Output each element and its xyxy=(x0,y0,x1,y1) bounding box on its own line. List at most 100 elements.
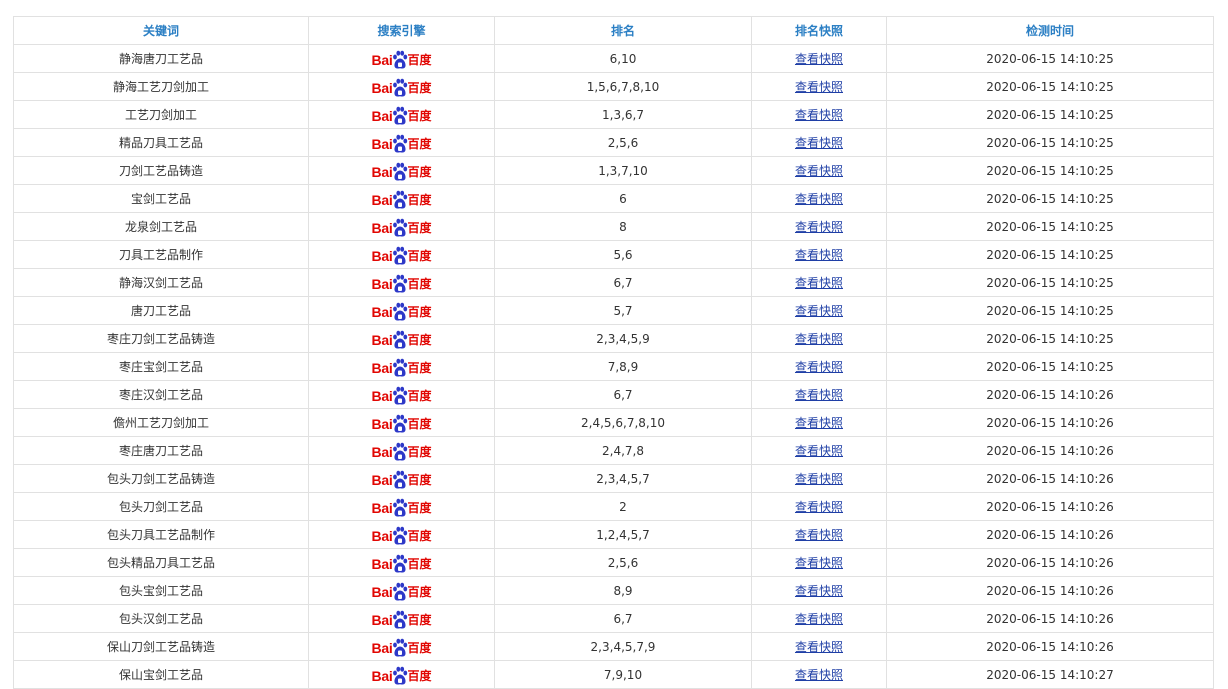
table-row: 包头刀剑工艺品 Bai 百度 2 查看快照 2020-06-15 14:10:26 xyxy=(13,492,1214,521)
snapshot-cell: 查看快照 xyxy=(751,660,887,689)
search-engine-cell: Bai 百度 xyxy=(308,436,495,465)
rank-cell: 1,3,6,7 xyxy=(494,100,752,129)
baidu-logo-text-left: Bai xyxy=(371,79,393,96)
search-engine-cell: Bai 百度 xyxy=(308,520,495,549)
baidu-paw-icon xyxy=(393,302,408,320)
table-row: 包头汉剑工艺品 Bai 百度 6,7 查看快照 2020-06-15 14:10:26 xyxy=(13,604,1214,633)
baidu-paw-icon xyxy=(393,190,408,208)
check-time-cell: 2020-06-15 14:10:25 xyxy=(886,100,1214,129)
baidu-logo-text-left: Bai xyxy=(371,443,393,460)
snapshot-cell: 查看快照 xyxy=(751,240,887,269)
view-snapshot-link[interactable]: 查看快照 xyxy=(795,164,843,178)
view-snapshot-link[interactable]: 查看快照 xyxy=(795,192,843,206)
table-row: 龙泉剑工艺品 Bai 百度 8 查看快照 2020-06-15 14:10:25 xyxy=(13,212,1214,241)
rank-cell: 6 xyxy=(494,184,752,213)
baidu-logo: Bai 百度 xyxy=(371,357,431,379)
baidu-logo-text-left: Bai xyxy=(371,135,393,152)
view-snapshot-link[interactable]: 查看快照 xyxy=(795,500,843,514)
baidu-logo-text-left: Bai xyxy=(371,331,393,348)
baidu-paw-icon xyxy=(393,246,408,264)
view-snapshot-link[interactable]: 查看快照 xyxy=(795,472,843,486)
check-time-cell: 2020-06-15 14:10:25 xyxy=(886,240,1214,269)
rank-cell: 6,7 xyxy=(494,604,752,633)
table-row: 保山刀剑工艺品铸造 Bai 百度 2,3,4,5,7,9 查看快照 2020-06-15 … xyxy=(13,632,1214,661)
baidu-logo: Bai 百度 xyxy=(372,665,431,687)
view-snapshot-link[interactable]: 查看快照 xyxy=(795,360,843,374)
search-engine-cell: Bai 百度 xyxy=(308,548,495,577)
snapshot-cell: 查看快照 xyxy=(751,380,887,409)
view-snapshot-link[interactable]: 查看快照 xyxy=(795,276,843,290)
baidu-paw-icon xyxy=(393,330,408,348)
table-row: 儋州工艺刀剑加工 Bai 百度 2,4,5,6,7,8,10 查看快照 2020-06-1… xyxy=(13,408,1214,437)
rank-cell: 2,5,6 xyxy=(494,548,752,577)
view-snapshot-link[interactable]: 查看快照 xyxy=(795,304,843,318)
view-snapshot-link[interactable]: 查看快照 xyxy=(795,528,843,542)
baidu-logo-text-left: Bai xyxy=(371,359,393,376)
keyword-cell: 包头汉剑工艺品 xyxy=(13,604,309,633)
table-row: 包头刀具工艺品制作 Bai 百度 1,2,4,5,7 查看快照 2020-06-15 14… xyxy=(13,520,1214,549)
table-body: 静海唐刀工艺品 Bai 百度 6,10 查看快照 2020-06-15 14:10:25 静… xyxy=(13,44,1214,689)
search-engine-cell: Bai 百度 xyxy=(308,324,495,353)
baidu-logo-text-left: Bai xyxy=(371,191,393,208)
baidu-logo: Bai 百度 xyxy=(372,581,431,603)
baidu-logo-text-right: 百度 xyxy=(407,501,432,515)
baidu-paw-icon xyxy=(393,274,408,292)
baidu-logo: Bai 百度 xyxy=(372,497,432,519)
header-rank: 排名 xyxy=(494,16,752,45)
view-snapshot-link[interactable]: 查看快照 xyxy=(795,220,843,234)
check-time-cell: 2020-06-15 14:10:25 xyxy=(886,212,1214,241)
view-snapshot-link[interactable]: 查看快照 xyxy=(795,248,843,262)
baidu-logo: Bai 百度 xyxy=(371,77,431,99)
view-snapshot-link[interactable]: 查看快照 xyxy=(795,584,843,598)
baidu-logo-text-right: 百度 xyxy=(407,445,432,459)
view-snapshot-link[interactable]: 查看快照 xyxy=(795,52,843,66)
rank-cell: 1,2,4,5,7 xyxy=(494,520,752,549)
rank-cell: 5,6 xyxy=(494,240,752,269)
keyword-cell: 保山宝剑工艺品 xyxy=(13,660,309,689)
view-snapshot-link[interactable]: 查看快照 xyxy=(795,80,843,94)
rank-cell: 2,4,5,6,7,8,10 xyxy=(494,408,752,437)
view-snapshot-link[interactable]: 查看快照 xyxy=(795,640,843,654)
baidu-paw-icon xyxy=(393,582,408,600)
baidu-logo-text-right: 百度 xyxy=(407,333,432,347)
snapshot-cell: 查看快照 xyxy=(751,296,887,325)
check-time-cell: 2020-06-15 14:10:25 xyxy=(886,72,1214,101)
search-engine-cell: Bai 百度 xyxy=(308,240,495,269)
view-snapshot-link[interactable]: 查看快照 xyxy=(795,668,843,682)
keyword-cell: 包头精品刀具工艺品 xyxy=(13,548,309,577)
view-snapshot-link[interactable]: 查看快照 xyxy=(795,556,843,570)
search-engine-cell: Bai 百度 xyxy=(308,128,495,157)
view-snapshot-link[interactable]: 查看快照 xyxy=(795,388,843,402)
keyword-cell: 包头刀具工艺品制作 xyxy=(13,520,309,549)
view-snapshot-link[interactable]: 查看快照 xyxy=(795,332,843,346)
search-engine-cell: Bai 百度 xyxy=(308,72,495,101)
view-snapshot-link[interactable]: 查看快照 xyxy=(795,136,843,150)
rank-cell: 7,9,10 xyxy=(494,660,752,689)
baidu-paw-icon xyxy=(393,442,408,460)
ranking-table: 关键词 搜索引擎 排名 排名快照 检测时间 静海唐刀工艺品 Bai 百度 6,10 查看… xyxy=(13,16,1214,689)
snapshot-cell: 查看快照 xyxy=(751,44,887,73)
table-header: 关键词 搜索引擎 排名 排名快照 检测时间 xyxy=(13,16,1214,45)
baidu-paw-icon xyxy=(393,386,408,404)
baidu-logo: Bai 百度 xyxy=(372,413,431,435)
snapshot-cell: 查看快照 xyxy=(751,212,887,241)
baidu-logo: Bai 百度 xyxy=(372,469,431,491)
search-engine-cell: Bai 百度 xyxy=(308,408,495,437)
view-snapshot-link[interactable]: 查看快照 xyxy=(795,108,843,122)
check-time-cell: 2020-06-15 14:10:26 xyxy=(886,548,1214,577)
snapshot-cell: 查看快照 xyxy=(751,128,887,157)
table-row: 包头刀剑工艺品铸造 Bai 百度 2,3,4,5,7 查看快照 2020-06-15 14… xyxy=(13,464,1214,493)
baidu-logo-text-left: Bai xyxy=(371,555,393,572)
table-row: 枣庄汉剑工艺品 Bai 百度 6,7 查看快照 2020-06-15 14:10:26 xyxy=(13,380,1214,409)
view-snapshot-link[interactable]: 查看快照 xyxy=(795,416,843,430)
check-time-cell: 2020-06-15 14:10:26 xyxy=(886,436,1214,465)
view-snapshot-link[interactable]: 查看快照 xyxy=(795,444,843,458)
view-snapshot-link[interactable]: 查看快照 xyxy=(795,612,843,626)
rank-cell: 6,7 xyxy=(494,380,752,409)
snapshot-cell: 查看快照 xyxy=(751,632,887,661)
table-row: 刀剑工艺品铸造 Bai 百度 1,3,7,10 查看快照 2020-06-15 14:10… xyxy=(13,156,1214,185)
snapshot-cell: 查看快照 xyxy=(751,156,887,185)
baidu-logo: Bai 百度 xyxy=(372,637,431,659)
baidu-logo: Bai 百度 xyxy=(371,553,431,575)
check-time-cell: 2020-06-15 14:10:25 xyxy=(886,184,1214,213)
